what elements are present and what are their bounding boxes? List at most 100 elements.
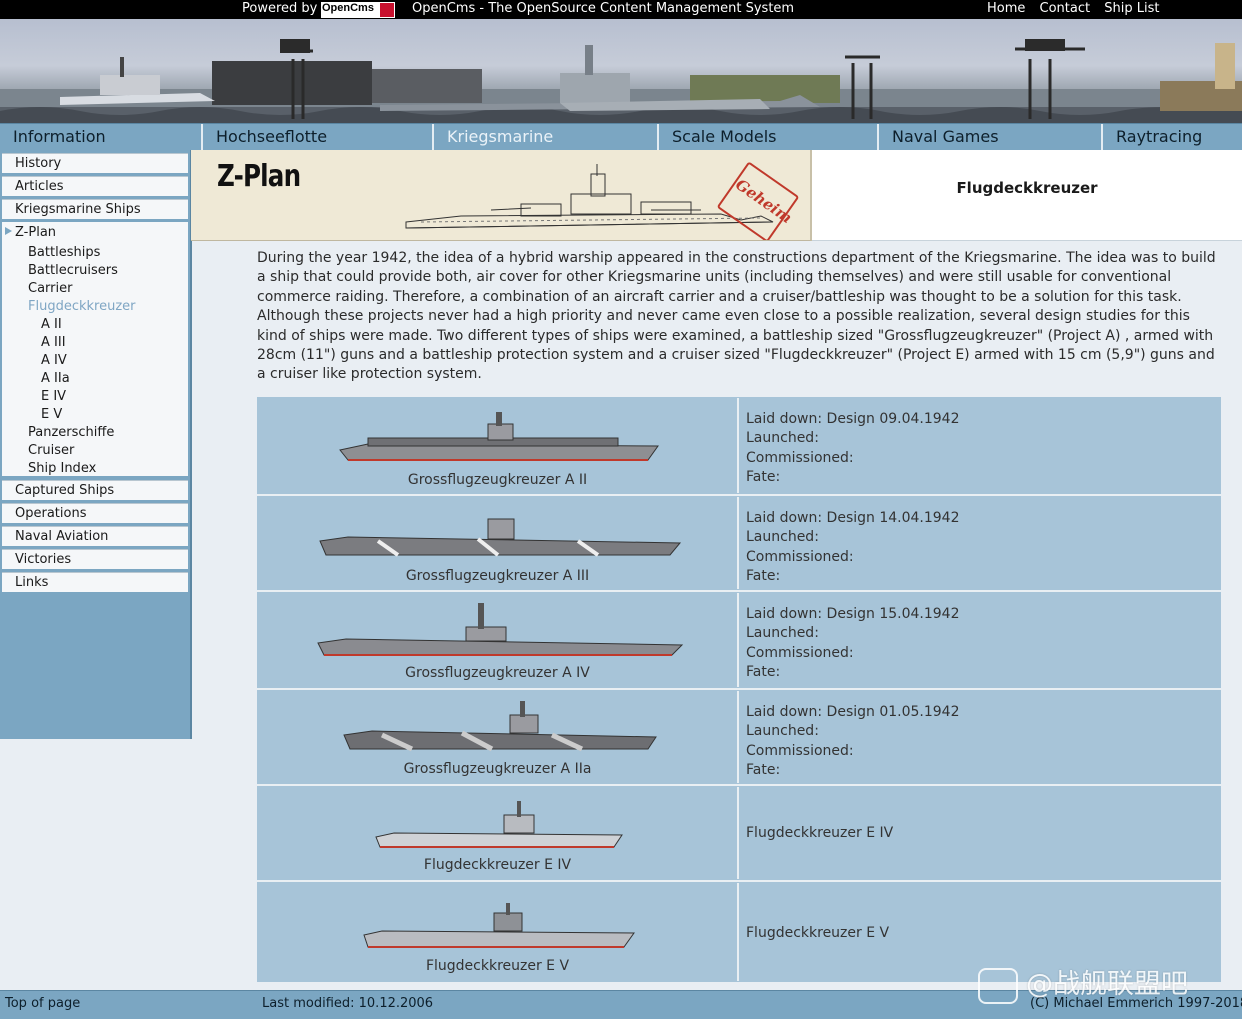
sidebar-subsub-e4[interactable]: E IV: [41, 389, 66, 405]
ship-caption: Flugdeckkreuzer E V: [425, 958, 570, 974]
table-row: Flugdeckkreuzer E IV Flugdeckkreuzer E I…: [257, 786, 1221, 880]
sidebar-sub-battleships[interactable]: Battleships: [28, 245, 100, 261]
site-title: OpenCms - The OpenSource Content Managem…: [412, 1, 795, 16]
launched: Launched:: [746, 723, 819, 740]
sidebar-zplan-group: Z-Plan Battleships Battlecruisers Carrie…: [2, 222, 188, 476]
ship-image-cell: Flugdeckkreuzer E IV: [258, 787, 739, 879]
sidebar-sub-cruiser[interactable]: Cruiser: [28, 443, 74, 459]
ship-label: Flugdeckkreuzer E V: [746, 925, 890, 941]
laid-down: Laid down: Design 09.04.1942: [746, 411, 960, 427]
commissioned: Commissioned:: [746, 548, 854, 565]
ship-drawing-e4[interactable]: [374, 799, 624, 853]
ship-caption: Grossflugzeugkreuzer A II: [407, 472, 588, 488]
ship-drawing-a2a[interactable]: [342, 699, 658, 755]
fate: Fate:: [746, 663, 781, 680]
opencms-logo[interactable]: OpenCms: [321, 2, 395, 18]
ship-drawing-a2[interactable]: [338, 410, 663, 466]
sidebar-sub-ship-index[interactable]: Ship Index: [28, 461, 96, 477]
ship-caption: Flugdeckkreuzer E IV: [423, 857, 572, 873]
ship-caption: Grossflugzeugkreuzer A IV: [405, 665, 590, 681]
page-header: Flugdeckkreuzer: [812, 150, 1242, 241]
ship-info-cell: Laid down: Design 15.04.1942 Launched: C…: [739, 593, 1221, 687]
laid-down: Laid down: Design 01.05.1942: [746, 704, 960, 720]
sidebar-subsub-a4[interactable]: A IV: [41, 353, 67, 369]
main-nav: Information Hochseeflotte Kriegsmarine S…: [0, 123, 1242, 152]
ship-drawing-e5[interactable]: [362, 903, 636, 955]
ship-label: Flugdeckkreuzer E IV: [746, 825, 894, 841]
harbor-banner-image: [0, 19, 1242, 123]
launched: Launched:: [746, 625, 819, 642]
commissioned: Commissioned:: [746, 449, 854, 466]
ship-caption: Grossflugzeugkreuzer A III: [405, 568, 590, 584]
table-row: Grossflugzeugkreuzer A II Laid down: Des…: [257, 397, 1221, 494]
current-section-arrow-icon: [5, 227, 12, 235]
powered-by-label: Powered by: [242, 1, 318, 16]
sidebar-item-naval-aviation[interactable]: Naval Aviation: [2, 526, 188, 546]
laid-down: Laid down: Design 15.04.1942: [746, 606, 960, 622]
ship-info-cell: Laid down: Design 14.04.1942 Launched: C…: [739, 497, 1221, 589]
sidebar-item-articles[interactable]: Articles: [2, 176, 188, 196]
sidebar-sub-panzerschiffe[interactable]: Panzerschiffe: [28, 425, 114, 441]
sidebar-item-links[interactable]: Links: [2, 572, 188, 592]
ship-image-cell: Grossflugzeugkreuzer A IIa: [258, 691, 739, 783]
nav-kriegsmarine[interactable]: Kriegsmarine: [434, 124, 659, 151]
ship-drawing-a4[interactable]: [316, 601, 684, 661]
ship-info: Laid down: Design 09.04.1942 Launched: C…: [746, 410, 960, 487]
sidebar-item-victories[interactable]: Victories: [2, 549, 188, 569]
ship-drawing-a3[interactable]: [318, 515, 683, 563]
sidebar-sub-flugdeckkreuzer[interactable]: Flugdeckkreuzer: [28, 299, 136, 315]
sidebar-subsub-e5[interactable]: E V: [41, 407, 62, 423]
top-bar: Powered by OpenCms OpenCms - The OpenSou…: [0, 0, 1242, 19]
sidebar-item-captured-ships[interactable]: Captured Ships: [2, 480, 188, 500]
top-link-contact[interactable]: Contact: [1040, 1, 1091, 16]
table-row: Grossflugzeugkreuzer A III Laid down: De…: [257, 496, 1221, 590]
ship-info: Laid down: Design 01.05.1942 Launched: C…: [746, 703, 960, 780]
page-title: Flugdeckkreuzer: [956, 179, 1098, 197]
ship-info: Laid down: Design 15.04.1942 Launched: C…: [746, 605, 960, 682]
launched: Launched:: [746, 430, 819, 447]
table-row: Grossflugzeugkreuzer A IV Laid down: Des…: [257, 592, 1221, 688]
ship-image-cell: Grossflugzeugkreuzer A IV: [258, 593, 739, 687]
table-row: Grossflugzeugkreuzer A IIa Laid down: De…: [257, 690, 1221, 784]
sidebar-item-history[interactable]: History: [2, 153, 188, 173]
launched: Launched:: [746, 529, 819, 546]
ship-info: Laid down: Design 14.04.1942 Launched: C…: [746, 509, 960, 586]
sidebar-subsub-a3[interactable]: A III: [41, 335, 66, 351]
sidebar: History Articles Kriegsmarine Ships Z-Pl…: [0, 150, 192, 739]
top-of-page-link[interactable]: Top of page: [5, 996, 80, 1011]
sidebar-item-operations[interactable]: Operations: [2, 503, 188, 523]
laid-down: Laid down: Design 14.04.1942: [746, 510, 960, 526]
nav-raytracing[interactable]: Raytracing: [1103, 124, 1242, 151]
fate: Fate:: [746, 567, 781, 584]
watermark-logo-icon: [978, 967, 1018, 1004]
nav-information[interactable]: Information: [0, 124, 203, 151]
ship-image-cell: Grossflugzeugkreuzer A III: [258, 497, 739, 589]
top-link-home[interactable]: Home: [987, 1, 1025, 16]
sidebar-sub-carrier[interactable]: Carrier: [28, 281, 72, 297]
last-modified: Last modified: 10.12.2006: [262, 996, 434, 1011]
commissioned: Commissioned:: [746, 742, 854, 759]
ship-image-cell: Flugdeckkreuzer E V: [258, 883, 739, 981]
intro-paragraph: During the year 1942, the idea of a hybr…: [257, 250, 1216, 383]
commissioned: Commissioned:: [746, 644, 854, 661]
ship-caption: Grossflugzeugkreuzer A IIa: [403, 761, 592, 777]
zplan-title: Z-Plan: [217, 159, 301, 194]
top-links: Home Contact Ship List: [987, 1, 1169, 16]
fate: Fate:: [746, 761, 781, 778]
nav-scale-models[interactable]: Scale Models: [659, 124, 879, 151]
sidebar-item-kriegsmarine-ships[interactable]: Kriegsmarine Ships: [2, 199, 188, 219]
sidebar-sub-battlecruisers[interactable]: Battlecruisers: [28, 263, 118, 279]
sidebar-item-zplan[interactable]: Z-Plan: [15, 225, 56, 241]
watermark-text: @战舰联盟吧: [1026, 969, 1188, 1000]
nav-hochseeflotte[interactable]: Hochseeflotte: [203, 124, 434, 151]
zplan-header: Z-Plan Geheim: [191, 150, 812, 241]
logo-badge-icon: [380, 3, 394, 17]
sidebar-subsub-a2[interactable]: A II: [41, 317, 62, 333]
nav-naval-games[interactable]: Naval Games: [879, 124, 1103, 151]
ship-info-cell: Laid down: Design 09.04.1942 Launched: C…: [739, 398, 1221, 493]
sidebar-subsub-a2a[interactable]: A IIa: [41, 371, 70, 387]
ship-image-cell: Grossflugzeugkreuzer A II: [258, 398, 739, 493]
top-link-ship-list[interactable]: Ship List: [1104, 1, 1159, 16]
logo-text: OpenCms: [322, 2, 374, 14]
fate: Fate:: [746, 468, 781, 485]
